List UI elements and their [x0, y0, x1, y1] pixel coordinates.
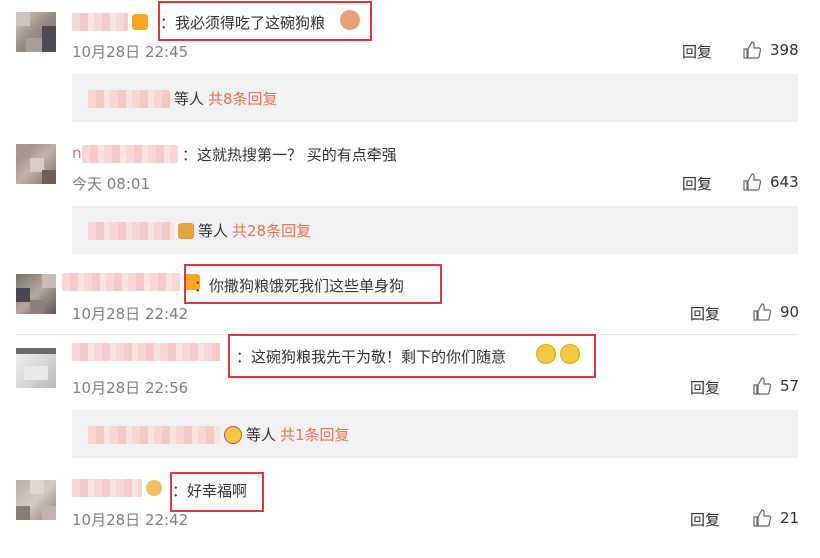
like-count: 90	[780, 303, 800, 321]
sub-reply-users[interactable]	[88, 221, 174, 240]
thumbs-up-icon	[743, 173, 762, 191]
like-button[interactable]: 57	[752, 376, 799, 396]
avatar[interactable]	[16, 480, 56, 520]
sub-reply-suffix: 等人	[198, 222, 229, 240]
highlight-box	[228, 334, 596, 378]
comment-text: ：这就热搜第一？ 买的有点牵强	[182, 146, 397, 164]
comment-time: 今天 08:01	[72, 175, 150, 193]
sub-replies-box[interactable]: 等人 共1条回复	[72, 410, 798, 458]
sub-replies-box[interactable]: 等人 共8条回复	[72, 74, 798, 122]
avatar[interactable]	[16, 144, 56, 184]
comment-item: ：我必须得吃了这碗狗粮 10月28日 22:45 回复 398 等人 共8条回复	[0, 0, 820, 130]
heart-eyes-emoji-icon	[224, 425, 242, 444]
comment-time: 10月28日 22:45	[72, 43, 189, 61]
like-button[interactable]: 90	[752, 302, 799, 322]
reply-button[interactable]: 回复	[690, 509, 720, 530]
like-button[interactable]: 398	[742, 40, 799, 60]
like-count: 643	[770, 173, 799, 191]
sub-reply-users[interactable]	[88, 425, 220, 444]
highlight-box	[158, 1, 372, 41]
commenter-name[interactable]	[72, 342, 220, 361]
comment-item: n ：这就热搜第一？ 买的有点牵强 今天 08:01 回复 643 等人 共28…	[0, 130, 820, 260]
reply-button[interactable]: 回复	[690, 303, 720, 324]
like-count: 21	[780, 509, 800, 527]
sub-reply-count-link[interactable]: 共1条回复	[280, 424, 350, 445]
reply-button[interactable]: 回复	[690, 377, 720, 398]
commenter-name[interactable]	[72, 478, 162, 497]
member-badge-icon	[132, 13, 148, 30]
member-badge-icon	[178, 222, 194, 239]
thumbs-up-icon	[743, 41, 762, 59]
reply-button[interactable]: 回复	[682, 173, 712, 194]
reply-button[interactable]: 回复	[682, 41, 712, 62]
commenter-name[interactable]	[62, 272, 200, 291]
avatar[interactable]	[16, 274, 56, 314]
commenter-name[interactable]	[72, 12, 148, 31]
comment-item: ：你撒狗粮饿死我们这些单身狗 10月28日 22:42 回复 90	[0, 260, 820, 334]
thumbs-up-icon	[753, 303, 772, 321]
sub-reply-count-link[interactable]: 共8条回复	[208, 88, 278, 109]
comment-time: 10月28日 22:56	[72, 379, 189, 397]
like-count: 398	[770, 41, 799, 59]
like-button[interactable]: 643	[742, 172, 799, 192]
sub-reply-count-link[interactable]: 共28条回复	[232, 220, 311, 241]
member-badge-icon	[146, 479, 162, 496]
thumbs-up-icon	[753, 377, 772, 395]
sub-reply-suffix: 等人	[174, 90, 205, 108]
sub-reply-suffix: 等人	[246, 426, 277, 444]
commenter-name[interactable]: n	[72, 144, 178, 163]
avatar[interactable]	[16, 348, 56, 388]
comment-item: ：好幸福啊 10月28日 22:42 回复 21	[0, 464, 820, 558]
highlight-box	[184, 264, 442, 304]
avatar[interactable]	[16, 12, 56, 52]
thumbs-up-icon	[753, 509, 772, 527]
comment-time: 10月28日 22:42	[72, 305, 189, 323]
sub-reply-users[interactable]	[88, 89, 170, 108]
highlight-box	[170, 472, 264, 512]
comment-item: ：这碗狗粮我先干为敬！剩下的你们随意 10月28日 22:56 回复 57 等人…	[0, 334, 820, 464]
like-count: 57	[780, 377, 800, 395]
sub-replies-box[interactable]: 等人 共28条回复	[72, 206, 798, 254]
comment-time: 10月28日 22:42	[72, 511, 189, 529]
like-button[interactable]: 21	[752, 508, 799, 528]
